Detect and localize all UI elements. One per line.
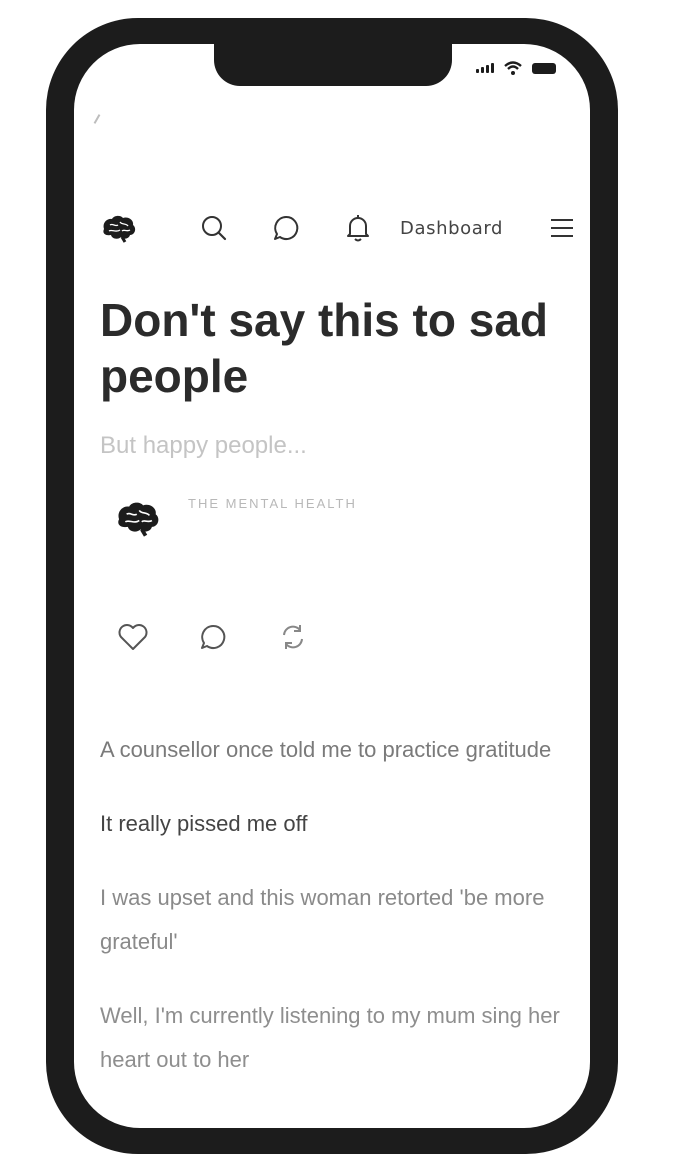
- back-icon[interactable]: [93, 114, 101, 124]
- article-actions: [116, 620, 310, 654]
- heart-icon[interactable]: [116, 620, 150, 654]
- search-icon[interactable]: [200, 214, 228, 242]
- phone-screen: Dashboard Don't say this to sad people B…: [74, 44, 590, 1128]
- brain-logo-icon[interactable]: [100, 213, 138, 243]
- comment-icon[interactable]: [196, 620, 230, 654]
- cellular-signal-icon: [476, 63, 494, 73]
- article-body: A counsellor once told me to practice gr…: [100, 728, 570, 1112]
- author-name[interactable]: THE MENTAL HEALTH: [188, 496, 357, 511]
- dashboard-link[interactable]: Dashboard: [400, 218, 503, 239]
- body-paragraph: I was upset and this woman retorted 'be …: [100, 885, 545, 954]
- notch: [214, 44, 452, 86]
- author-avatar-brain-icon[interactable]: [114, 498, 162, 538]
- body-paragraph: It really pissed me off: [100, 811, 308, 836]
- bell-icon[interactable]: [344, 214, 372, 242]
- chat-icon[interactable]: [272, 214, 300, 242]
- hamburger-menu-icon[interactable]: [550, 215, 576, 241]
- wifi-icon: [504, 61, 522, 75]
- article-subtitle: But happy people...: [100, 432, 307, 459]
- battery-icon: [532, 62, 556, 74]
- body-paragraph: Well, I'm currently listening to my mum …: [100, 1003, 560, 1072]
- repost-icon[interactable]: [276, 620, 310, 654]
- body-paragraph: A counsellor once told me to practice gr…: [100, 737, 552, 762]
- status-bar: [476, 60, 556, 76]
- author-row: THE MENTAL HEALTH: [114, 492, 357, 538]
- top-nav: Dashboard: [100, 210, 576, 246]
- article-title: Don't say this to sad people: [100, 294, 549, 402]
